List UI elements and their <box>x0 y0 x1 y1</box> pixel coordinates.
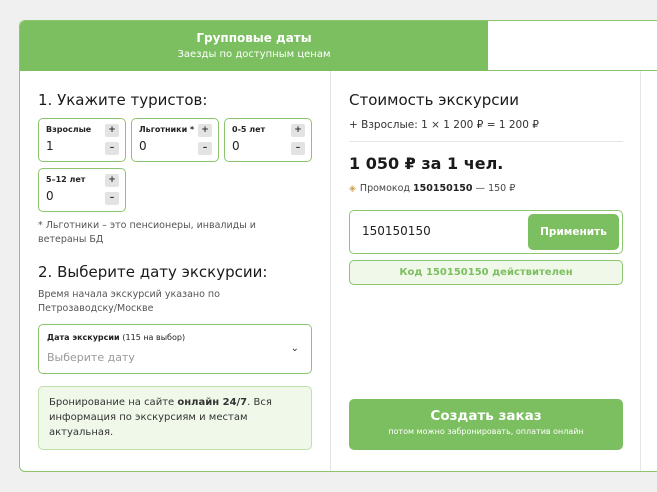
tab-group-dates[interactable]: Групповые даты Заезды по доступным ценам <box>20 21 488 71</box>
counter-value[interactable]: 0 <box>46 189 54 203</box>
promo-code-field: 150150150 Применить <box>349 210 623 254</box>
date-select-label: Дата экскурсии (115 на выбор) <box>47 333 186 342</box>
order-button-label: Создать заказ <box>430 408 542 424</box>
date-select-count: (115 на выбор) <box>122 333 186 342</box>
date-select-placeholder: Выберите дату <box>47 351 135 364</box>
online-highlight: онлайн 24/7 <box>177 397 248 408</box>
promo-code-input[interactable]: 150150150 <box>362 224 431 238</box>
benefits-footnote: * Льготники – это пенсионеры, инвалиды и… <box>38 220 256 245</box>
booking-info-box: Бронирование на сайте онлайн 24/7. Вся и… <box>38 386 312 450</box>
cost-heading: Стоимость экскурсии <box>349 91 519 109</box>
decrement-button[interactable]: – <box>198 142 212 155</box>
counter-label: 5–12 лет <box>46 175 86 184</box>
increment-button[interactable]: + <box>105 174 119 187</box>
tag-icon: ◈ <box>349 184 356 194</box>
counter-value[interactable]: 1 <box>46 139 54 153</box>
tab-subtitle: Заезды по доступным ценам <box>177 49 331 60</box>
counter-label: Льготники * <box>139 125 195 134</box>
left-panel: 1. Укажите туристов: Взрослые 1 + – Льго… <box>20 71 331 471</box>
increment-button[interactable]: + <box>291 124 305 137</box>
counter-benefits: Льготники * 0 + – <box>131 118 219 162</box>
increment-button[interactable]: + <box>105 124 119 137</box>
date-heading: 2. Выберите дату экскурсии: <box>38 263 268 281</box>
decrement-button[interactable]: – <box>105 192 119 205</box>
counter-adults: Взрослые 1 + – <box>38 118 126 162</box>
counter-label: Взрослые <box>46 125 92 134</box>
right-panel: Стоимость экскурсии + Взрослые: 1 × 1 20… <box>331 71 641 471</box>
date-select[interactable]: Дата экскурсии (115 на выбор) Выберите д… <box>38 324 312 374</box>
order-button-sublabel: потом можно забронировать, оплатив онлай… <box>388 427 584 436</box>
price-per-person: 1 050 ₽ за 1 чел. <box>349 154 504 173</box>
adults-price-line: + Взрослые: 1 × 1 200 ₽ = 1 200 ₽ <box>349 119 539 131</box>
tab-title: Групповые даты <box>196 31 312 45</box>
chevron-down-icon: ⌄ <box>290 343 299 354</box>
promo-code: 150150150 <box>413 183 473 194</box>
promo-valid-badge: Код 150150150 действителен <box>349 260 623 285</box>
counter-label: 0-5 лет <box>232 125 266 134</box>
tab-bar: Групповые даты Заезды по доступным ценам <box>20 21 657 71</box>
tourists-heading: 1. Укажите туристов: <box>38 91 208 109</box>
apply-button[interactable]: Применить <box>528 214 619 250</box>
create-order-button[interactable]: Создать заказ потом можно забронировать,… <box>349 399 623 450</box>
time-note: Время начала экскурсий указано по Петроз… <box>38 289 220 314</box>
decrement-button[interactable]: – <box>291 142 305 155</box>
divider <box>349 141 623 142</box>
promo-summary: ◈ Промокод 150150150 — 150 ₽ <box>349 183 516 194</box>
counter-age-5-12: 5–12 лет 0 + – <box>38 168 126 212</box>
counter-value[interactable]: 0 <box>139 139 147 153</box>
decrement-button[interactable]: – <box>105 142 119 155</box>
counter-value[interactable]: 0 <box>232 139 240 153</box>
counter-age-0-5: 0-5 лет 0 + – <box>224 118 312 162</box>
increment-button[interactable]: + <box>198 124 212 137</box>
booking-card: Групповые даты Заезды по доступным ценам… <box>19 20 657 472</box>
